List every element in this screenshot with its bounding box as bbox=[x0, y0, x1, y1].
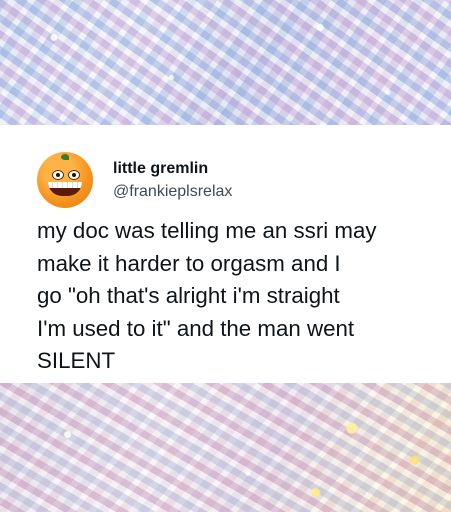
tweet-line: my doc was telling me an ssri may bbox=[37, 218, 377, 243]
display-name[interactable]: little gremlin bbox=[113, 160, 208, 178]
avatar[interactable] bbox=[37, 152, 93, 208]
mouth-icon bbox=[48, 182, 82, 196]
tweet-line: make it harder to orgasm and I bbox=[37, 250, 341, 276]
holographic-background-bottom bbox=[0, 383, 451, 512]
leaf-icon bbox=[61, 154, 69, 160]
teeth-icon bbox=[48, 182, 82, 188]
tweet-card: little gremlin @frankieplsrelax my doc w… bbox=[0, 125, 451, 383]
holographic-background-top bbox=[0, 0, 451, 125]
left-eye-icon bbox=[52, 170, 64, 180]
tweet-line: I'm used to it" and the man went bbox=[37, 315, 355, 341]
right-eye-icon bbox=[68, 170, 80, 180]
user-handle[interactable]: @frankieplsrelax bbox=[113, 183, 232, 201]
tweet-line: SILENT bbox=[37, 348, 116, 373]
tweet-text: my doc was telling me an ssri may make i… bbox=[37, 215, 437, 378]
tweet-line: go "oh that's alright i'm straight bbox=[37, 283, 340, 308]
